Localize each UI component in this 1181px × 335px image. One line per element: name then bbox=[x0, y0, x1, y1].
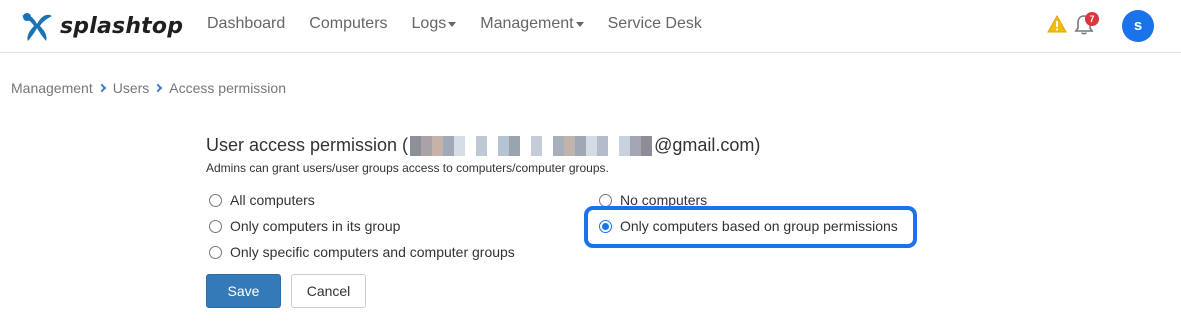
redacted-email-pixelation bbox=[410, 135, 653, 156]
brand-name: splashtop bbox=[60, 13, 184, 39]
page-title: User access permission ( @gmail.com) bbox=[206, 135, 760, 156]
user-avatar[interactable]: s bbox=[1122, 10, 1154, 42]
nav-management-label: Management bbox=[480, 15, 574, 32]
radio-group-permissions-selected[interactable] bbox=[599, 219, 612, 233]
nav-dashboard-label: Dashboard bbox=[207, 15, 286, 32]
option-all-computers[interactable]: All computers bbox=[209, 192, 315, 208]
breadcrumb: Management Users Access permission bbox=[11, 80, 286, 96]
nav-logs-dropdown[interactable]: Logs bbox=[412, 15, 457, 33]
caret-down-icon bbox=[448, 21, 457, 27]
option-group-permissions-label: Only computers based on group permission… bbox=[620, 218, 898, 234]
splashtop-logo[interactable]: splashtop bbox=[18, 7, 183, 45]
radio-specific-computers[interactable] bbox=[209, 245, 222, 259]
option-own-group-label: Only computers in its group bbox=[230, 218, 401, 234]
notification-count-badge: 7 bbox=[1085, 12, 1099, 26]
cancel-button[interactable]: Cancel bbox=[291, 274, 366, 308]
page-subtitle: Admins can grant users/user groups acces… bbox=[206, 161, 609, 175]
radio-no-computers[interactable] bbox=[599, 193, 612, 207]
top-navbar: splashtop Dashboard Computers Logs Manag… bbox=[0, 0, 1181, 53]
option-specific-computers[interactable]: Only specific computers and computer gro… bbox=[209, 244, 515, 260]
warning-icon[interactable] bbox=[1047, 15, 1067, 33]
splashtop-logo-icon bbox=[22, 13, 52, 41]
nav-management-dropdown[interactable]: Management bbox=[480, 15, 584, 33]
radio-own-group[interactable] bbox=[209, 219, 222, 233]
breadcrumb-access-permission: Access permission bbox=[169, 80, 286, 96]
nav-service-desk[interactable]: Service Desk bbox=[608, 15, 702, 33]
radio-all-computers[interactable] bbox=[209, 193, 222, 207]
caret-down-icon bbox=[575, 21, 584, 27]
option-all-computers-label: All computers bbox=[230, 192, 315, 208]
nav-dashboard[interactable]: Dashboard bbox=[207, 15, 285, 33]
chevron-right-icon bbox=[154, 83, 163, 93]
main-nav: Dashboard Computers Logs Management Serv… bbox=[207, 15, 726, 33]
page-title-suffix: @gmail.com) bbox=[654, 135, 761, 155]
option-group-permissions[interactable]: Only computers based on group permission… bbox=[599, 218, 898, 234]
nav-logs-label: Logs bbox=[411, 15, 447, 32]
nav-computers[interactable]: Computers bbox=[309, 15, 387, 33]
option-own-group[interactable]: Only computers in its group bbox=[209, 218, 400, 234]
page-title-prefix: User access permission ( bbox=[206, 135, 409, 155]
option-specific-computers-label: Only specific computers and computer gro… bbox=[230, 244, 515, 260]
nav-service-desk-label: Service Desk bbox=[607, 15, 702, 32]
breadcrumb-management[interactable]: Management bbox=[11, 80, 93, 96]
nav-computers-label: Computers bbox=[309, 15, 388, 32]
breadcrumb-users[interactable]: Users bbox=[113, 80, 150, 96]
save-button[interactable]: Save bbox=[206, 274, 281, 308]
chevron-right-icon bbox=[97, 83, 106, 93]
